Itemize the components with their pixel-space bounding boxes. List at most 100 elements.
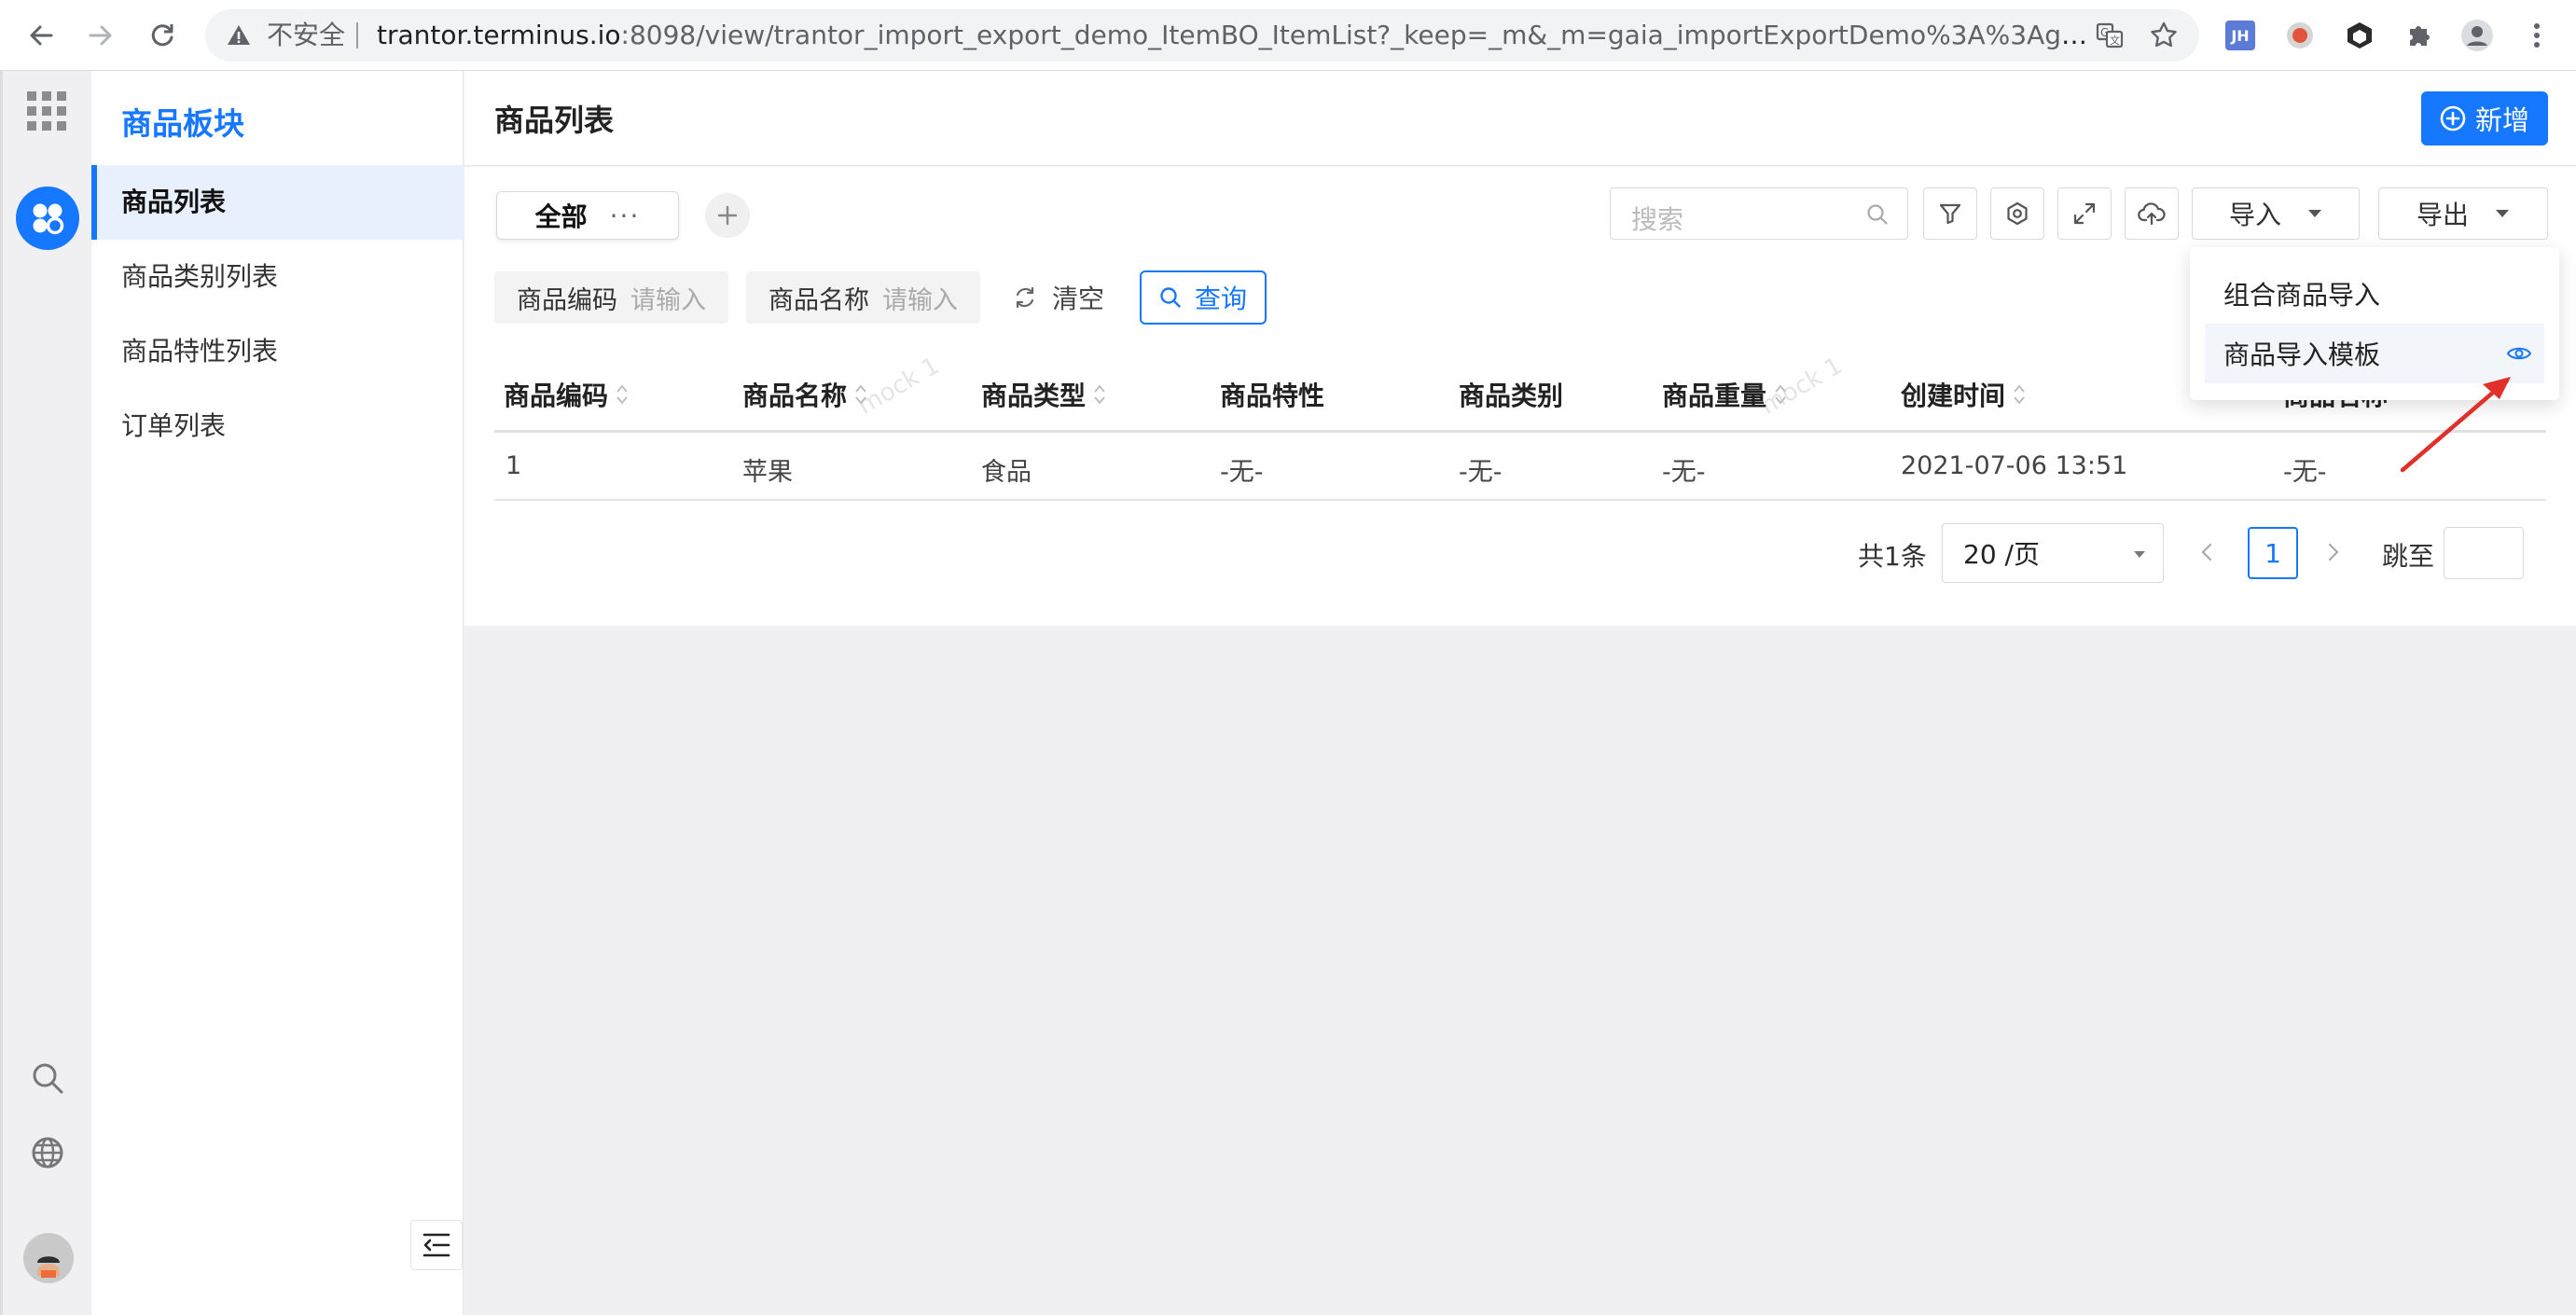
column-header-label: 商品类别	[1459, 381, 1564, 411]
table-header-divider	[494, 430, 2546, 433]
settings-button[interactable]	[1990, 187, 2044, 240]
profile-avatar-icon[interactable]	[2458, 17, 2496, 54]
code-filter-field[interactable]: 商品编码 请输入	[494, 271, 728, 324]
column-header-code[interactable]: 商品编码	[504, 376, 629, 413]
sidebar-item-product-list[interactable]: 商品列表	[91, 165, 464, 240]
sort-icon[interactable]	[1774, 382, 1787, 407]
insecure-label: 不安全	[267, 20, 346, 50]
sidebar: 商品板块 商品列表 商品类别列表 商品特性列表 订单列表	[91, 71, 464, 1315]
extensions-puzzle-icon[interactable]	[2401, 17, 2438, 54]
column-header-type[interactable]: 商品类型	[981, 376, 1106, 413]
cell-weight: -无-	[1662, 458, 1706, 487]
fullscreen-button[interactable]	[2057, 187, 2112, 240]
search-icon	[1866, 203, 1889, 226]
apps-grid-icon[interactable]	[27, 91, 66, 131]
menu-item-combo-import[interactable]: 组合商品导入	[2205, 264, 2544, 324]
cloud-upload-icon	[2138, 201, 2166, 226]
prev-page-icon[interactable]	[2199, 540, 2214, 564]
cell-type: 食品	[981, 458, 1032, 487]
url-text[interactable]: trantor.terminus.io:8098/view/trantor_im…	[377, 19, 2093, 52]
back-icon[interactable]	[19, 13, 63, 58]
column-header-weight[interactable]: 商品重量	[1662, 376, 1787, 413]
cell-name-2: -无-	[2283, 458, 2327, 487]
column-header-feature: 商品特性	[1220, 376, 1324, 413]
url-path: :8098/view/trantor_import_export_demo_It…	[620, 20, 2093, 50]
page-title: 商品列表	[494, 103, 615, 138]
column-header-created[interactable]: 创建时间	[1901, 376, 2026, 413]
name-filter-placeholder: 请输入	[882, 285, 958, 315]
warning-icon	[226, 22, 252, 48]
filter-button[interactable]	[1923, 187, 1977, 240]
eye-icon[interactable]	[2507, 344, 2531, 363]
name-filter-field[interactable]: 商品名称 请输入	[746, 271, 980, 324]
caret-down-icon	[2307, 209, 2322, 218]
browser-toolbar: 不安全 trantor.terminus.io:8098/view/tranto…	[0, 0, 2576, 71]
clear-button[interactable]: 清空	[1013, 271, 1104, 324]
cell-created: 2021-07-06 13:51	[1901, 451, 2128, 480]
refresh-icon	[1013, 285, 1037, 310]
sidebar-item-category-list[interactable]: 商品类别列表	[91, 240, 464, 314]
annotation-arrow	[2395, 366, 2526, 478]
cell-category: -无-	[1459, 458, 1503, 487]
export-label: 导出	[2416, 200, 2469, 230]
module-logo-icon[interactable]	[16, 187, 79, 250]
user-avatar[interactable]	[23, 1233, 74, 1283]
import-dropdown[interactable]: 导入	[2192, 187, 2360, 240]
bookmark-star-icon[interactable]	[2149, 21, 2179, 50]
next-page-icon[interactable]	[2326, 540, 2341, 564]
code-filter-label: 商品编码	[517, 285, 617, 315]
column-header-category: 商品类别	[1459, 376, 1563, 413]
cell-name: 苹果	[742, 458, 793, 487]
expand-icon	[2072, 201, 2097, 226]
extension-record-icon[interactable]	[2281, 17, 2319, 54]
column-header-name[interactable]: 商品名称	[742, 376, 867, 413]
tab-all[interactable]: 全部 ···	[496, 191, 679, 240]
name-filter-label: 商品名称	[769, 285, 869, 315]
add-button[interactable]: 新增	[2421, 91, 2548, 145]
forward-icon[interactable]	[78, 13, 123, 58]
plus-icon	[716, 204, 739, 227]
column-header-label: 商品特性	[1220, 381, 1325, 411]
clear-label: 清空	[1052, 284, 1105, 314]
search-icon	[1159, 286, 1182, 309]
reload-icon[interactable]	[140, 13, 185, 58]
add-view-button[interactable]	[705, 193, 750, 238]
address-bar[interactable]: 不安全 trantor.terminus.io:8098/view/tranto…	[205, 9, 2199, 62]
sort-icon[interactable]	[2013, 382, 2026, 407]
column-header-label: 商品重量	[1662, 381, 1767, 411]
query-button[interactable]: 查询	[1140, 270, 1267, 325]
globe-icon[interactable]	[31, 1136, 64, 1170]
column-header-label: 创建时间	[1901, 381, 2006, 411]
current-page[interactable]: 1	[2248, 527, 2298, 579]
sort-icon[interactable]	[854, 382, 867, 407]
query-label: 查询	[1194, 284, 1247, 314]
extension-cube-icon[interactable]	[2341, 17, 2378, 54]
add-button-label: 新增	[2474, 104, 2529, 136]
translate-icon[interactable]: G文	[2095, 21, 2125, 50]
extension-jh-icon[interactable]: JH	[2222, 17, 2259, 54]
collapse-sidebar-button[interactable]	[410, 1220, 463, 1270]
sort-icon[interactable]	[616, 382, 629, 407]
export-dropdown[interactable]: 导出	[2378, 187, 2548, 240]
column-header-label: 商品名称	[742, 381, 848, 411]
jump-to-input[interactable]	[2444, 527, 2524, 579]
sort-icon[interactable]	[1093, 382, 1106, 407]
tab-more-icon[interactable]: ···	[610, 201, 641, 231]
cell-feature: -无-	[1220, 458, 1264, 487]
search-input[interactable]: 搜索	[1610, 187, 1908, 240]
extension-jh-badge: JH	[2225, 21, 2255, 50]
page-size-select[interactable]: 20 /页	[1942, 523, 2164, 583]
import-label: 导入	[2228, 200, 2281, 230]
column-header-label: 商品类型	[981, 381, 1087, 411]
column-header-label: 商品编码	[504, 381, 609, 411]
jump-to-label: 跳至	[2382, 541, 2435, 572]
sidebar-item-feature-list[interactable]: 商品特性列表	[91, 314, 464, 389]
url-host: trantor.terminus.io	[377, 20, 621, 50]
sidebar-item-order-list[interactable]: 订单列表	[91, 389, 464, 464]
search-icon[interactable]	[31, 1061, 64, 1095]
code-filter-placeholder: 请输入	[630, 285, 706, 315]
browser-menu-icon[interactable]	[2518, 17, 2555, 54]
cloud-upload-button[interactable]	[2125, 187, 2179, 240]
collapse-menu-icon	[422, 1233, 450, 1257]
tab-all-label: 全部	[534, 201, 588, 232]
